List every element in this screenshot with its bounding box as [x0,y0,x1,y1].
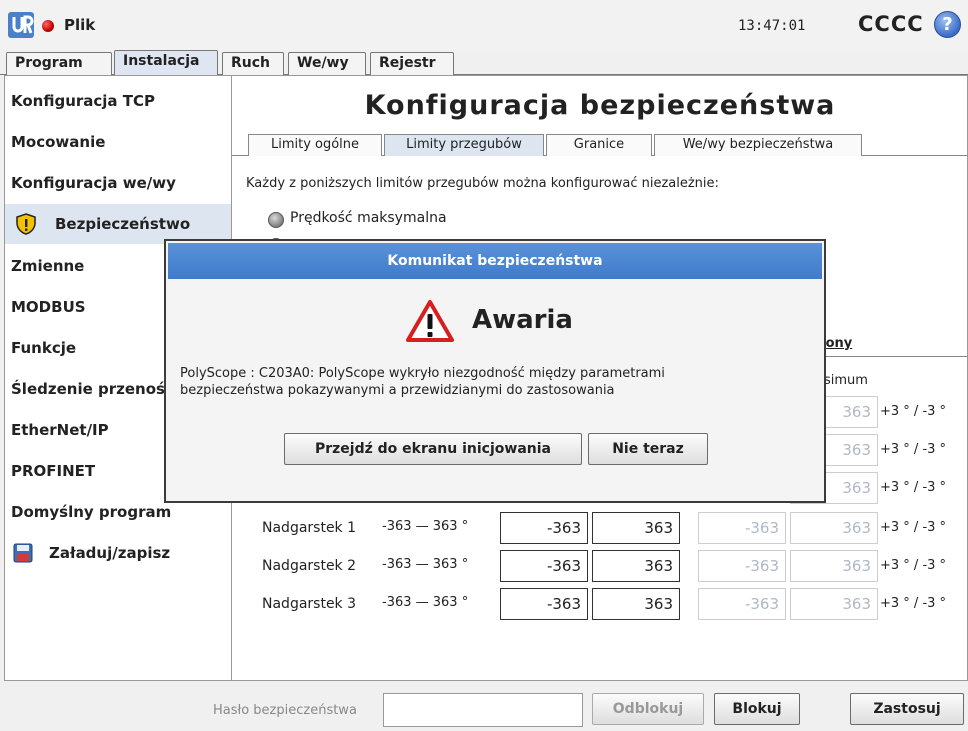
safety-message-dialog: Komunikat bezpieczeństwa Awaria PolyScop… [164,239,826,503]
reduced-min-field: -363 [698,588,786,620]
password-label: Hasło bezpieczeństwa [213,703,357,718]
normal-max-field[interactable]: 363 [592,588,680,620]
clock: 13:47:01 [738,18,806,34]
joint-row-wrist-2: Nadgarstek 2 -363 — 363 ° -363 363 -363 … [232,550,968,582]
reduced-min-field: -363 [698,512,786,544]
tab-safety-io[interactable]: We/wy bezpieczeństwa [654,134,862,156]
joint-row-wrist-1: Nadgarstek 1 -363 — 363 ° -363 363 -363 … [232,512,968,544]
joint-name: Nadgarstek 1 [262,520,357,536]
tab-boundaries[interactable]: Granice [546,134,652,156]
dialog-message-line: bezpieczeństwa pokazywanymi a przewidzia… [180,383,615,398]
shield-warning-icon [16,213,36,235]
sidebar-item-label: Załaduj/zapisz [49,544,171,562]
help-icon[interactable]: ? [934,11,961,38]
joint-row-wrist-3: Nadgarstek 3 -363 — 363 ° -363 363 -363 … [232,588,968,620]
floppy-disk-icon [13,543,33,563]
normal-min-field[interactable]: -363 [500,512,588,544]
unlock-button[interactable]: Odblokuj [592,693,704,725]
joint-name: Nadgarstek 3 [262,596,357,612]
tolerance-label: +3 ° / -3 ° [880,480,947,495]
maximum-column-header: simum [824,373,868,388]
sidebar-item-io-setup[interactable]: Konfiguracja we/wy [5,163,231,203]
dialog-message: PolyScope : C203A0: PolyScope wykryło ni… [180,365,810,399]
sidebar-item-tcp[interactable]: Konfiguracja TCP [5,81,231,121]
tolerance-label: +3 ° / -3 ° [880,596,947,611]
tab-general-limits[interactable]: Limity ogólne [248,134,382,156]
normal-max-field[interactable]: 363 [592,550,680,582]
top-bar: Plik 13:47:01 CCCC ? [0,0,968,50]
tab-joint-limits[interactable]: Limity przegubów [384,134,544,156]
tab-program[interactable]: Program [6,52,112,75]
main-tabs: Program Instalacja Ruch We/wy Rejestr [0,50,968,76]
dialog-heading: Awaria [472,305,573,335]
normal-max-field[interactable]: 363 [592,512,680,544]
dialog-title: Komunikat bezpieczeństwa [168,243,822,279]
sidebar-item-mounting[interactable]: Mocowanie [5,122,231,162]
tolerance-label: +3 ° / -3 ° [880,404,947,419]
joint-name: Nadgarstek 2 [262,558,357,574]
radio-max-speed[interactable] [268,212,284,228]
go-to-initialize-button[interactable]: Przejdź do ekranu inicjowania [284,433,582,465]
reduced-min-field: -363 [698,550,786,582]
safety-sub-tabs: Limity ogólne Limity przegubów Granice W… [232,134,968,156]
ur-logo-icon [8,12,34,38]
warning-triangle-icon [406,300,454,342]
reduced-max-field: 363 [790,512,878,544]
tab-move[interactable]: Ruch [222,52,284,75]
bottom-bar: Hasło bezpieczeństwa Odblokuj Blokuj Zas… [0,681,968,731]
tab-installation[interactable]: Instalacja [114,50,218,76]
robot-name: CCCC [858,12,924,36]
tolerance-label: +3 ° / -3 ° [880,558,947,573]
sidebar-item-load-save[interactable]: Załaduj/zapisz [5,533,231,573]
normal-min-field[interactable]: -363 [500,550,588,582]
radio-label: Prędkość maksymalna [290,210,447,226]
tolerance-label: +3 ° / -3 ° [880,442,947,457]
tab-io[interactable]: We/wy [288,52,366,75]
intro-text: Każdy z poniższych limitów przegubów moż… [246,176,719,191]
lock-button[interactable]: Blokuj [714,693,800,725]
status-indicator-icon [42,20,54,32]
file-menu[interactable]: Plik [64,16,95,34]
dialog-message-line: PolyScope : C203A0: PolyScope wykryło ni… [180,366,665,381]
reduced-max-field: 363 [790,588,878,620]
joint-range: -363 — 363 ° [382,595,469,610]
sidebar-item-label: Bezpieczeństwo [55,215,191,233]
joint-range: -363 — 363 ° [382,519,469,534]
reduced-max-field: 363 [790,550,878,582]
sidebar-item-safety[interactable]: Bezpieczeństwo [5,204,231,244]
page-title: Konfiguracja bezpieczeństwa [364,90,836,121]
normal-min-field[interactable]: -363 [500,588,588,620]
safety-password-input[interactable] [383,693,583,727]
not-now-button[interactable]: Nie teraz [588,433,708,465]
apply-button[interactable]: Zastosuj [850,693,964,725]
tolerance-label: +3 ° / -3 ° [880,520,947,535]
tab-log[interactable]: Rejestr [370,52,454,75]
joint-range: -363 — 363 ° [382,557,469,572]
